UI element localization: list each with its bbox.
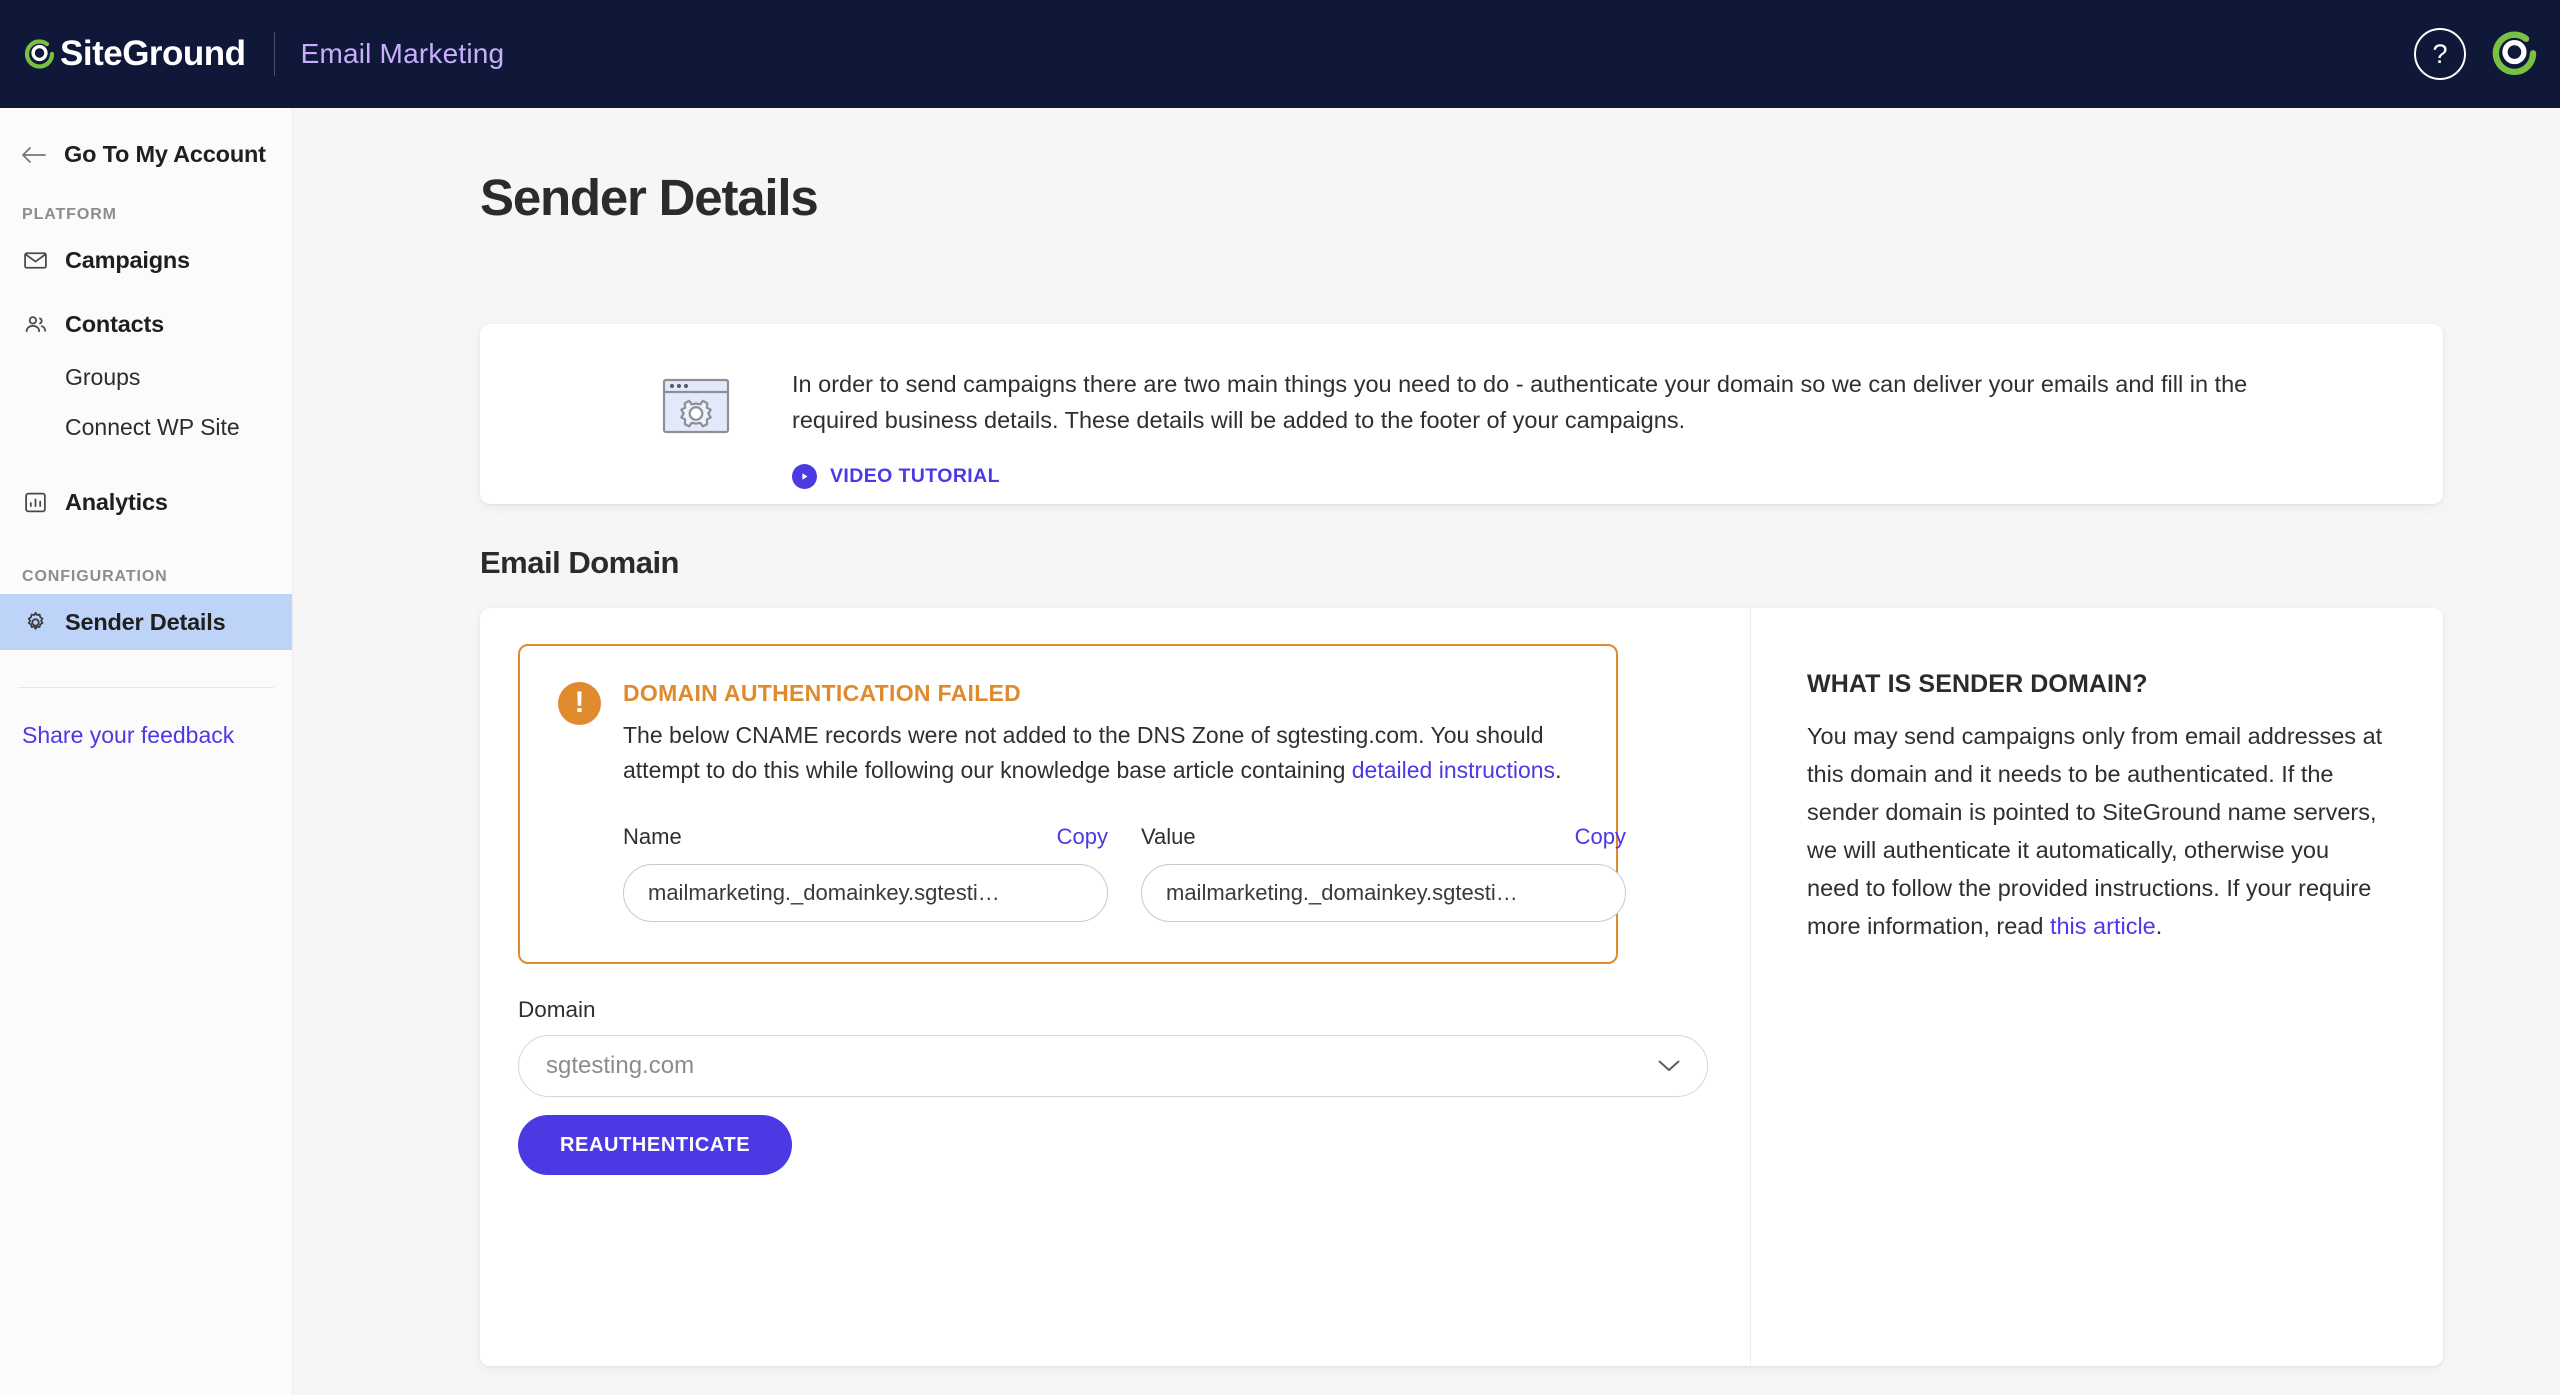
video-tutorial-link[interactable]: VIDEO TUTORIAL — [792, 463, 2282, 489]
cname-name-header: Name Copy — [623, 824, 1108, 850]
this-article-link[interactable]: this article — [2050, 913, 2156, 939]
app-name: Email Marketing — [300, 38, 505, 69]
main-content: Sender Details In order to send campaign… — [293, 108, 2560, 1395]
alert-title: DOMAIN AUTHENTICATION FAILED — [623, 680, 1022, 706]
detailed-instructions-link[interactable]: detailed instructions — [1352, 757, 1555, 783]
sidebar-section-platform: PLATFORM — [22, 206, 117, 223]
brand-divider — [273, 32, 275, 76]
video-tutorial-label: VIDEO TUTORIAL — [830, 464, 1000, 487]
domain-select-value: sgtesting.com — [546, 1052, 695, 1079]
arrow-left-icon — [22, 146, 48, 164]
go-to-my-account-link[interactable]: Go To My Account — [0, 108, 292, 168]
sidebar-item-contacts-label: Contacts — [65, 310, 164, 337]
cname-record-value: Value Copy — [1141, 824, 1626, 922]
sender-domain-help-panel: WHAT IS SENDER DOMAIN? You may send camp… — [1750, 608, 2443, 1366]
copy-value-button[interactable]: Copy — [1575, 824, 1626, 850]
top-bar-actions: ? — [2414, 27, 2560, 81]
browser-gear-illustration — [650, 362, 742, 454]
help-icon[interactable]: ? — [2414, 28, 2466, 80]
cname-value-header: Value Copy — [1141, 824, 1626, 850]
go-to-my-account-label: Go To My Account — [64, 141, 266, 167]
sidebar: Go To My Account PLATFORM Campaigns Cont… — [0, 108, 293, 1395]
siteground-logo-icon — [22, 36, 58, 72]
cname-value-label: Value — [1141, 823, 1196, 849]
sidebar-item-contacts[interactable]: Contacts — [0, 296, 292, 352]
account-avatar[interactable] — [2488, 27, 2542, 81]
domain-select-wrap: sgtesting.com — [518, 1035, 1708, 1097]
page-title: Sender Details — [480, 169, 819, 226]
domain-select[interactable]: sgtesting.com — [518, 1035, 1708, 1097]
help-panel-title: WHAT IS SENDER DOMAIN? — [1807, 670, 2148, 698]
alert-text-after: . — [1555, 756, 1562, 783]
sidebar-item-sender-details[interactable]: Sender Details — [0, 594, 292, 650]
reauthenticate-button[interactable]: REAUTHENTICATE — [518, 1115, 793, 1175]
cname-name-input[interactable] — [623, 863, 1108, 922]
sidebar-item-campaigns[interactable]: Campaigns — [0, 232, 292, 288]
warning-glyph: ! — [574, 685, 585, 719]
domain-field-label: Domain — [518, 997, 596, 1022]
warning-icon: ! — [558, 682, 601, 725]
alert-text: The below CNAME records were not added t… — [623, 718, 1626, 788]
top-bar: SiteGround Email Marketing ? — [0, 0, 2560, 108]
copy-name-button[interactable]: Copy — [1057, 824, 1108, 850]
sidebar-item-sender-details-label: Sender Details — [65, 608, 226, 635]
sidebar-section-configuration: CONFIGURATION — [22, 568, 168, 585]
sidebar-item-groups-label: Groups — [65, 363, 141, 390]
help-text-before: You may send campaigns only from email a… — [1807, 723, 2383, 940]
domain-field: Domain sgtesting.com — [518, 997, 1708, 1097]
info-card: In order to send campaigns there are two… — [480, 324, 2443, 504]
help-glyph: ? — [2432, 38, 2448, 69]
share-feedback-link[interactable]: Share your feedback — [0, 722, 292, 749]
brand-block[interactable]: SiteGround Email Marketing — [0, 32, 504, 76]
sidebar-item-connect-wp-site[interactable]: Connect WP Site — [0, 402, 292, 452]
cname-value-input[interactable] — [1141, 863, 1626, 922]
cname-record-name: Name Copy — [623, 824, 1108, 922]
email-domain-main: ! DOMAIN AUTHENTICATION FAILED The below… — [480, 608, 1750, 1366]
domain-auth-failed-alert: ! DOMAIN AUTHENTICATION FAILED The below… — [518, 644, 1626, 964]
sidebar-item-groups[interactable]: Groups — [0, 352, 292, 402]
sidebar-item-analytics-label: Analytics — [65, 488, 168, 515]
contacts-icon — [22, 311, 48, 337]
help-text-after: . — [2155, 913, 2163, 940]
play-icon — [792, 463, 817, 489]
brand-name: SiteGround — [60, 34, 246, 73]
sidebar-divider — [18, 687, 274, 688]
sidebar-item-connect-wp-site-label: Connect WP Site — [65, 413, 240, 440]
email-domain-card: ! DOMAIN AUTHENTICATION FAILED The below… — [480, 608, 2443, 1366]
gear-icon — [22, 609, 48, 635]
help-panel-text: You may send campaigns only from email a… — [1807, 717, 2385, 945]
sidebar-item-analytics[interactable]: Analytics — [0, 474, 292, 530]
cname-records: Name Copy Value Copy — [623, 824, 1626, 922]
info-card-body: In order to send campaigns there are two… — [792, 366, 2282, 489]
app-root: SiteGround Email Marketing ? Go To My Ac… — [0, 0, 2560, 1395]
alert-body: DOMAIN AUTHENTICATION FAILED The below C… — [623, 680, 1626, 922]
envelope-icon — [22, 247, 48, 273]
sidebar-item-campaigns-label: Campaigns — [65, 246, 190, 273]
section-title-email-domain: Email Domain — [480, 545, 680, 580]
info-card-text: In order to send campaigns there are two… — [792, 371, 2248, 434]
cname-name-label: Name — [623, 823, 682, 849]
analytics-icon — [22, 489, 48, 515]
